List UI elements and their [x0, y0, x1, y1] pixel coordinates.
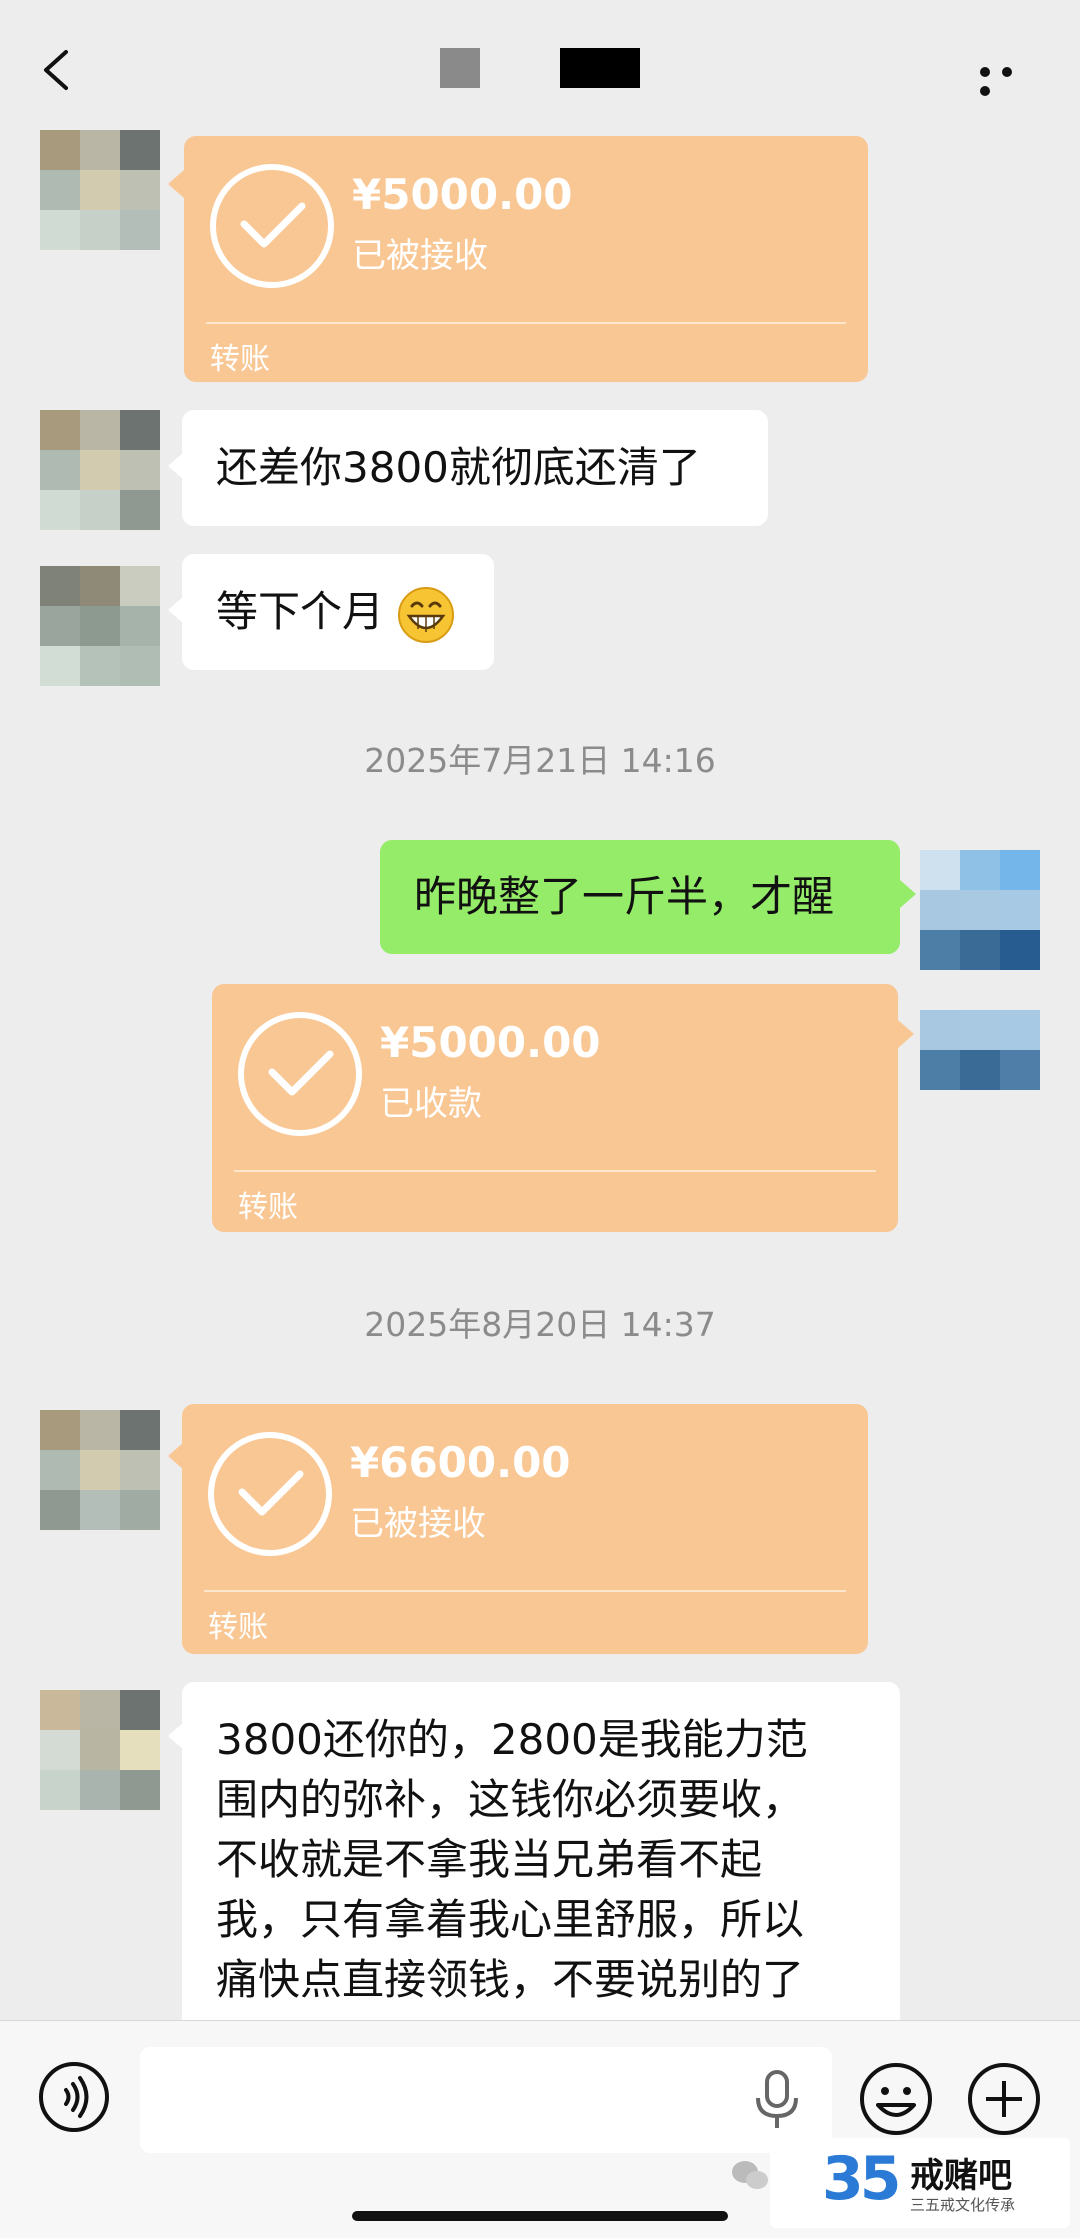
message-input[interactable]: [140, 2047, 832, 2153]
contact-avatar[interactable]: [40, 130, 160, 250]
microphone-icon[interactable]: [752, 2070, 802, 2130]
chat-timestamp: 2025年8月20日 14:37: [364, 1305, 716, 1344]
smiley-icon[interactable]: [858, 2061, 934, 2137]
transfer-status: 已被接收: [352, 236, 488, 276]
watermark: 35 戒赌吧 三五戒文化传承: [770, 2138, 1070, 2228]
message-text-line: 痛快点直接领钱，不要说别的了: [216, 1955, 805, 2004]
my-avatar[interactable]: [920, 850, 1040, 970]
grinning-face-icon: [398, 586, 455, 643]
transfer-label: 转账: [238, 1190, 298, 1225]
nav-header: [0, 0, 1080, 130]
message-bubble-sent[interactable]: 昨晚整了一斤半，才醒: [380, 840, 900, 954]
message-text-line: 围内的弥补，这钱你必须要收，: [216, 1775, 805, 1824]
chevron-left-icon[interactable]: [36, 48, 80, 92]
message-bubble[interactable]: 3800还你的，2800是我能力范 围内的弥补，这钱你必须要收， 不收就是不拿我…: [182, 1682, 900, 2042]
plus-circle-icon[interactable]: [966, 2061, 1042, 2137]
contact-avatar[interactable]: [40, 1410, 160, 1530]
message-text-line: 不收就是不拿我当兄弟看不起: [216, 1835, 763, 1884]
transfer-label: 转账: [208, 1610, 268, 1645]
transfer-label: 转账: [210, 342, 270, 377]
message-text-line: 3800还你的，2800是我能力范: [216, 1715, 808, 1764]
card-divider: [204, 1590, 846, 1592]
bubble-tail: [900, 880, 916, 908]
wechat-logo-icon: [732, 2161, 768, 2189]
transfer-card[interactable]: ¥5000.00 已收款 转账: [212, 984, 898, 1232]
chat-timestamp: 2025年7月21日 14:16: [364, 741, 716, 780]
contact-avatar[interactable]: [40, 1690, 160, 1810]
message-text: 等下个月: [216, 587, 385, 636]
message-bubble[interactable]: 等下个月: [182, 554, 494, 670]
transfer-card[interactable]: ¥5000.00 已被接收 转账: [184, 136, 868, 382]
check-circle-icon: [238, 1012, 362, 1136]
card-divider: [206, 322, 846, 324]
watermark-logo: 35: [822, 2144, 901, 2214]
message-text-line: 我，只有拿着我心里舒服，所以: [216, 1895, 805, 1944]
transfer-card[interactable]: ¥6600.00 已被接收 转账: [182, 1404, 868, 1654]
more-dots-icon[interactable]: [980, 62, 1040, 96]
redacted-title-part: [560, 48, 640, 88]
transfer-amount: ¥5000.00: [380, 1018, 601, 1067]
contact-avatar[interactable]: [40, 410, 160, 530]
my-avatar[interactable]: [920, 1010, 1040, 1090]
check-circle-icon: [210, 164, 334, 288]
transfer-amount: ¥6600.00: [350, 1438, 571, 1487]
message-bubble[interactable]: 还差你3800就彻底还清了: [182, 410, 768, 526]
contact-avatar[interactable]: [40, 566, 160, 686]
transfer-status: 已被接收: [350, 1504, 486, 1544]
check-circle-icon: [208, 1432, 332, 1556]
message-text: 昨晚整了一斤半，才醒: [414, 872, 835, 921]
transfer-status: 已收款: [380, 1084, 482, 1124]
redacted-title-part: [440, 48, 480, 88]
card-divider: [234, 1170, 876, 1172]
watermark-subtitle: 三五戒文化传承: [910, 2196, 1016, 2214]
message-text: 还差你3800就彻底还清了: [216, 443, 701, 492]
transfer-amount: ¥5000.00: [352, 170, 573, 219]
bubble-tail: [898, 1020, 914, 1048]
bubble-tail: [168, 170, 184, 198]
home-indicator: [352, 2211, 728, 2221]
voice-mode-icon[interactable]: [38, 2061, 110, 2133]
watermark-name: 戒赌吧: [910, 2156, 1012, 2196]
